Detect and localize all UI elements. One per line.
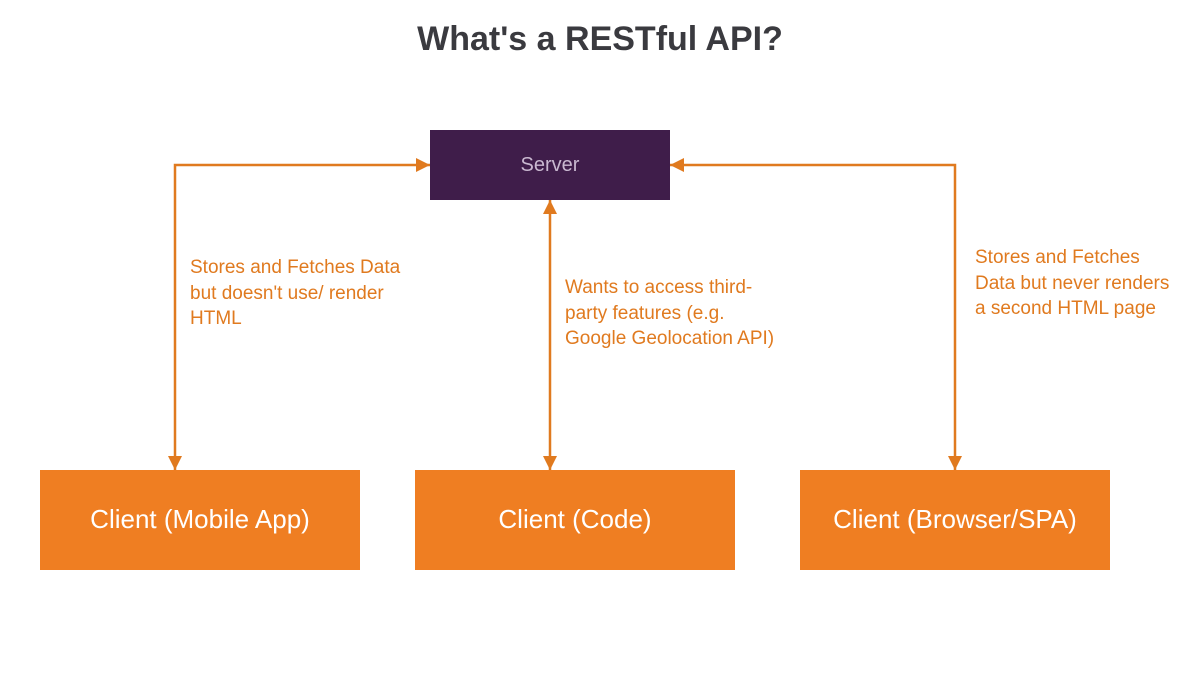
client-mobile-app: Client (Mobile App) — [40, 470, 360, 570]
page-title: What's a RESTful API? — [0, 20, 1200, 59]
client-2-note: Wants to access third-party features (e.… — [565, 275, 785, 352]
client-3-label: Client (Browser/SPA) — [833, 505, 1077, 535]
server-label: Server — [521, 154, 580, 177]
client-1-label: Client (Mobile App) — [90, 505, 310, 535]
client-2-label: Client (Code) — [498, 505, 651, 535]
client-1-note: Stores and Fetches Data but doesn't use/… — [190, 255, 410, 332]
client-browser-spa: Client (Browser/SPA) — [800, 470, 1110, 570]
client-3-note: Stores and Fetches Data but never render… — [975, 245, 1185, 322]
diagram-canvas: What's a RESTful API? Server Stores and … — [0, 0, 1200, 675]
client-code: Client (Code) — [415, 470, 735, 570]
server-node: Server — [430, 130, 670, 200]
